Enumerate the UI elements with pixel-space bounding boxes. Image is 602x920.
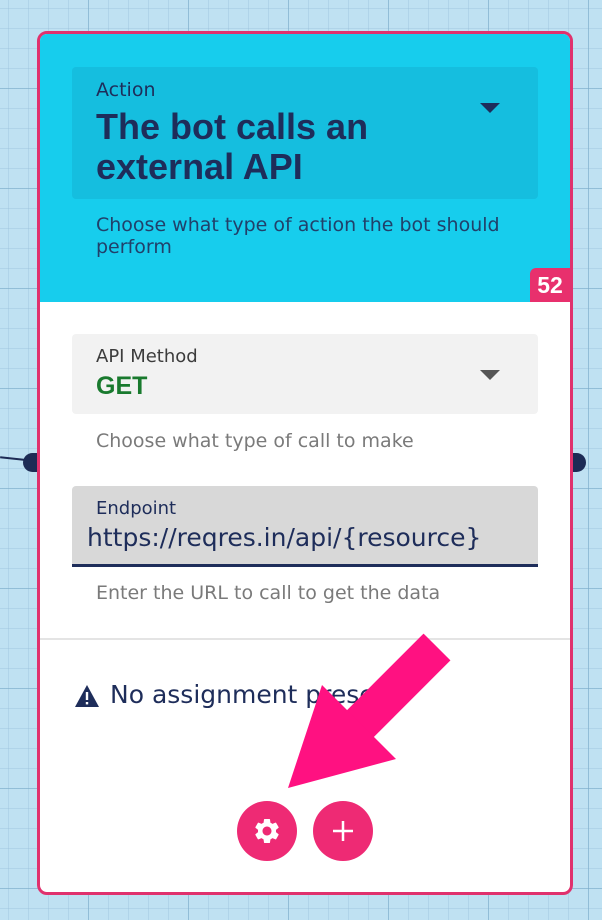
plus-icon [333,821,353,841]
add-button[interactable] [313,801,373,861]
node-number-badge: 52 [530,268,570,302]
endpoint-input[interactable]: https://reqres.in/api/{resource} [87,523,524,552]
warning-icon [75,685,99,707]
gear-icon [255,819,279,843]
action-type-select[interactable]: Action The bot calls an external API [72,67,538,199]
chevron-down-icon [480,103,500,113]
card-header: Action The bot calls an external API Cho… [40,34,570,302]
action-node-card: Action The bot calls an external API Cho… [37,31,573,895]
action-type-help: Choose what type of action the bot shoul… [96,214,500,258]
endpoint-help: Enter the URL to call to get the data [96,582,441,604]
api-method-label: API Method [96,346,198,367]
section-divider [40,638,570,640]
endpoint-field[interactable]: Endpoint https://reqres.in/api/{resource… [72,486,538,567]
chevron-down-icon [480,370,500,380]
warning-text: No assignment present [110,680,401,709]
endpoint-value: https://reqres.in/api/{resource} [87,523,482,552]
endpoint-label: Endpoint [96,498,177,519]
api-method-select[interactable]: API Method GET [72,334,538,414]
action-type-label: Action [96,79,156,101]
api-method-help: Choose what type of call to make [96,430,414,452]
settings-button[interactable] [237,801,297,861]
api-method-value: GET [96,372,148,400]
action-type-value: The bot calls an external API [96,106,369,187]
